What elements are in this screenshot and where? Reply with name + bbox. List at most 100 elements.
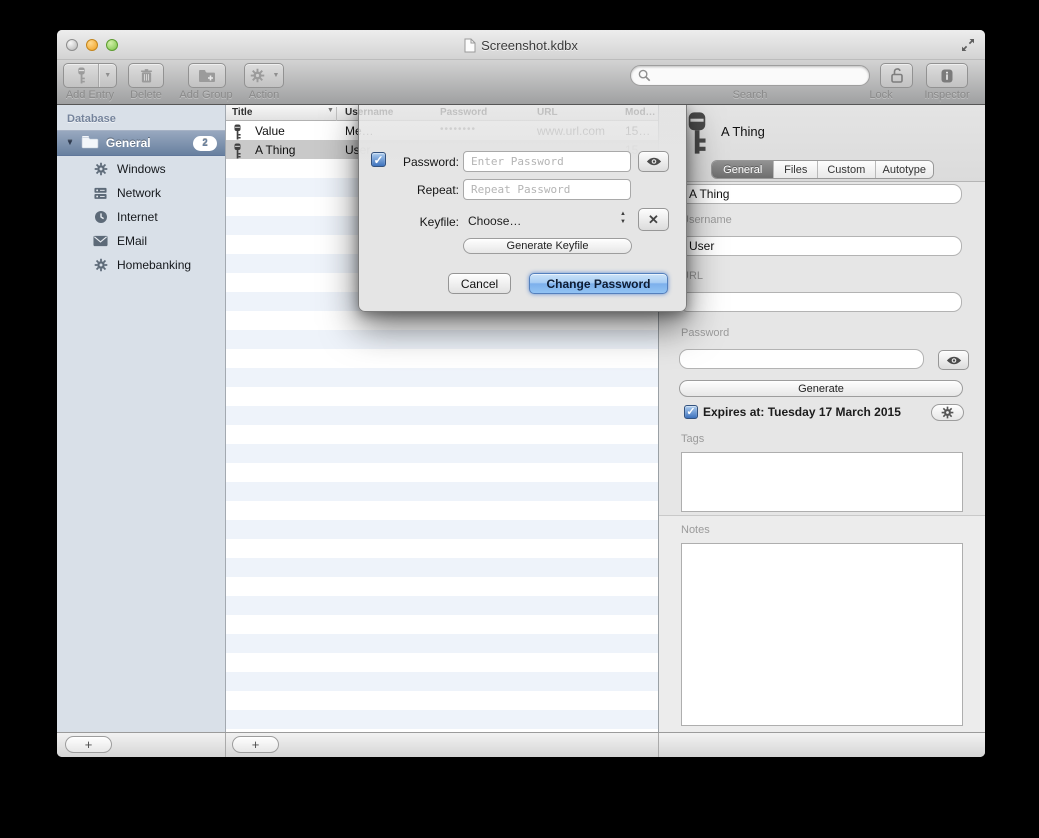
- expiry-options-button[interactable]: [931, 404, 964, 421]
- repeat-label: Repeat:: [387, 183, 459, 197]
- eye-icon: [646, 157, 662, 166]
- password-input[interactable]: [463, 151, 631, 172]
- password-checkbox[interactable]: ✓: [371, 152, 386, 167]
- entry-title: Value: [255, 124, 285, 138]
- sidebar-item-network[interactable]: Network: [57, 181, 225, 205]
- trash-icon: [140, 68, 153, 84]
- action-button[interactable]: ▼: [244, 63, 284, 88]
- inspector-icon: [939, 68, 955, 84]
- sidebar-item-label: Homebanking: [117, 258, 191, 272]
- tab-general[interactable]: General: [712, 161, 773, 178]
- notes-section: Notes: [659, 515, 985, 732]
- repeat-password-input[interactable]: [463, 179, 631, 200]
- tab-autotype[interactable]: Autotype: [875, 161, 933, 178]
- gear-icon: [245, 64, 269, 87]
- footer-bar: + +: [57, 732, 985, 757]
- folder-plus-icon: [198, 68, 216, 83]
- sort-indicator-icon: ▼: [327, 107, 334, 114]
- content-area: Database ▼ General 2 Windows Network Int…: [57, 105, 985, 732]
- footer-divider: [658, 733, 659, 757]
- search-field[interactable]: [630, 65, 870, 86]
- url-field[interactable]: [679, 292, 962, 312]
- gear-icon: [93, 162, 108, 177]
- app-window: Screenshot.kdbx ▼ Add Entry Delete Add G…: [57, 30, 985, 757]
- add-entry-button[interactable]: ▼: [63, 63, 117, 88]
- entry-count-badge: 2: [193, 136, 217, 151]
- reveal-password-button[interactable]: [938, 350, 969, 370]
- sidebar-group-label: General: [106, 136, 151, 150]
- change-password-button[interactable]: Change Password: [529, 273, 668, 294]
- title-bar: Screenshot.kdbx: [57, 30, 985, 60]
- sidebar-item-label: Network: [117, 186, 161, 200]
- sidebar: Database ▼ General 2 Windows Network Int…: [57, 105, 226, 732]
- tab-custom[interactable]: Custom: [817, 161, 874, 178]
- sidebar-section-header: Database: [67, 113, 116, 125]
- entry-title: A Thing: [255, 143, 295, 157]
- cancel-button[interactable]: Cancel: [448, 273, 511, 294]
- search-input[interactable]: [655, 67, 869, 84]
- disclosure-triangle-icon[interactable]: ▼: [66, 139, 74, 147]
- sidebar-item-label: Internet: [117, 210, 158, 224]
- gear-icon: [941, 406, 954, 419]
- search-label: Search: [630, 89, 870, 101]
- chevron-down-icon: ▼: [269, 64, 283, 87]
- column-header-title[interactable]: Title: [232, 107, 252, 118]
- eye-icon: [946, 356, 962, 365]
- expires-checkbox[interactable]: ✓: [684, 405, 698, 419]
- sidebar-item-email[interactable]: EMail: [57, 229, 225, 253]
- tags-field[interactable]: [681, 452, 963, 512]
- password-label: Password:: [387, 155, 459, 169]
- generate-keyfile-button[interactable]: Generate Keyfile: [463, 238, 632, 254]
- notes-field[interactable]: [681, 543, 963, 726]
- folder-icon: [81, 135, 99, 152]
- expires-label: Expires at: Tuesday 17 March 2015: [703, 405, 901, 419]
- search-icon: [638, 69, 651, 82]
- inspector-tabs: General Files Custom Autotype: [711, 160, 934, 179]
- sidebar-item-internet[interactable]: Internet: [57, 205, 225, 229]
- change-password-dialog: ✓ Password: Repeat: Keyfile: Choose… ▲▼ …: [358, 105, 687, 312]
- server-icon: [93, 186, 108, 201]
- generate-password-button[interactable]: Generate: [679, 380, 963, 397]
- inspector-header: A Thing General Files Custom Autotype: [659, 105, 985, 182]
- title-field[interactable]: [679, 184, 962, 204]
- key-icon: [686, 111, 708, 160]
- key-icon: [64, 64, 98, 87]
- chevron-down-icon: ▼: [99, 64, 116, 87]
- sidebar-item-label: Windows: [117, 162, 166, 176]
- password-field[interactable]: [679, 349, 924, 369]
- unlock-icon: [889, 67, 905, 84]
- tab-files[interactable]: Files: [773, 161, 817, 178]
- action-label: Action: [229, 89, 299, 101]
- password-label: Password: [681, 327, 729, 339]
- reveal-password-button[interactable]: [638, 151, 669, 172]
- keyfile-label: Keyfile:: [387, 215, 459, 229]
- inspector-entry-title: A Thing: [721, 124, 765, 139]
- inspector-label: Inspector: [916, 89, 978, 101]
- footer-divider: [225, 733, 226, 757]
- sidebar-item-windows[interactable]: Windows: [57, 157, 225, 181]
- globe-icon: [93, 210, 108, 225]
- add-group-button[interactable]: [188, 63, 226, 88]
- sidebar-item-label: EMail: [117, 234, 147, 248]
- add-entry-footer-button[interactable]: +: [232, 736, 279, 753]
- fullscreen-icon[interactable]: [959, 37, 977, 53]
- clear-keyfile-button[interactable]: ✕: [638, 208, 669, 231]
- delete-button[interactable]: [128, 63, 164, 88]
- sidebar-item-homebanking[interactable]: Homebanking: [57, 253, 225, 277]
- document-icon: [464, 38, 476, 53]
- envelope-icon: [93, 234, 108, 249]
- notes-label: Notes: [681, 524, 710, 536]
- inspector-button[interactable]: [926, 63, 968, 88]
- gear-icon: [93, 258, 108, 273]
- stepper-icon[interactable]: ▲▼: [620, 211, 626, 226]
- title-group: Screenshot.kdbx: [57, 30, 985, 60]
- window-title: Screenshot.kdbx: [481, 38, 578, 53]
- inspector-panel: A Thing General Files Custom Autotype Us…: [658, 105, 985, 732]
- sidebar-group-general[interactable]: ▼ General 2: [57, 130, 225, 156]
- add-group-footer-button[interactable]: +: [65, 736, 112, 753]
- username-label: Username: [681, 214, 732, 226]
- lock-button[interactable]: [880, 63, 913, 88]
- keyfile-popup[interactable]: Choose…: [468, 214, 521, 228]
- username-field[interactable]: [679, 236, 962, 256]
- tags-label: Tags: [681, 433, 704, 445]
